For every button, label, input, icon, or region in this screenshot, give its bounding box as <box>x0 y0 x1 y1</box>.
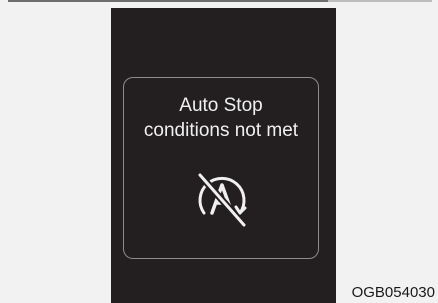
cluster-display-panel: Auto Stop conditions not met <box>111 8 336 303</box>
message-line-1: Auto Stop <box>179 95 263 116</box>
top-edge <box>0 0 438 6</box>
figure-code: OGB054030 <box>351 284 435 301</box>
top-edge-light <box>328 0 432 2</box>
auto-stop-off-icon <box>197 172 247 228</box>
message-box: Auto Stop conditions not met <box>123 77 319 259</box>
top-edge-dark <box>8 0 328 2</box>
message-line-2: conditions not met <box>143 120 299 141</box>
